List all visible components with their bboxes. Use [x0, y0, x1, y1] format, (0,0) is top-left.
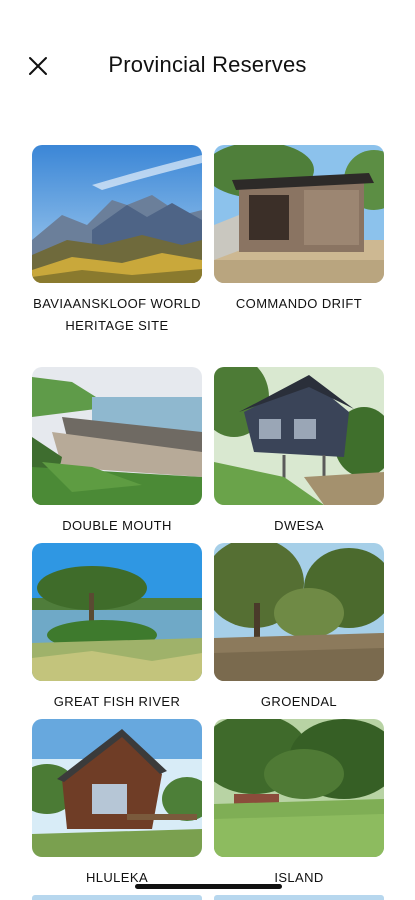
- reserve-name: GREAT FISH RIVER: [53, 694, 181, 709]
- reserve-card-groendal[interactable]: GROENDAL: [214, 543, 384, 719]
- reserve-card-hluleka[interactable]: HLULEKA: [32, 719, 202, 895]
- reserve-photo: [214, 145, 384, 283]
- home-indicator[interactable]: [135, 884, 282, 889]
- reserve-card-baviaanskloof[interactable]: BAVIAANSKLOOF WORLD HERITAGE SITE: [32, 145, 202, 367]
- reserve-photo: [214, 543, 384, 681]
- page-title: Provincial Reserves: [108, 52, 307, 77]
- reserve-photo: [32, 145, 202, 283]
- reserve-photo: [32, 367, 202, 505]
- reserve-name: BAVIAANSKLOOF WORLD HERITAGE SITE: [33, 296, 201, 333]
- next-card-peek: [214, 895, 384, 900]
- next-card-peek: [32, 895, 202, 900]
- reserve-photo: [214, 367, 384, 505]
- reserve-card-island[interactable]: ISLAND: [214, 719, 384, 895]
- reserve-name: COMMANDO DRIFT: [235, 296, 363, 311]
- top-app-bar: Provincial Reserves: [0, 0, 415, 130]
- next-row-peek: [32, 895, 384, 900]
- reserve-photo: [214, 719, 384, 857]
- reserve-name: GROENDAL: [260, 694, 338, 709]
- reserves-grid: BAVIAANSKLOOF WORLD HERITAGE SITE COMMAN…: [32, 145, 384, 895]
- reserve-card-commando-drift[interactable]: COMMANDO DRIFT: [214, 145, 384, 367]
- reserve-photo: [32, 543, 202, 681]
- reserve-name: DOUBLE MOUTH: [62, 518, 172, 533]
- reserve-photo: [32, 719, 202, 857]
- reserve-card-double-mouth[interactable]: DOUBLE MOUTH: [32, 367, 202, 543]
- reserve-card-dwesa[interactable]: DWESA: [214, 367, 384, 543]
- reserve-name: DWESA: [274, 518, 324, 533]
- reserve-card-great-fish-river[interactable]: GREAT FISH RIVER: [32, 543, 202, 719]
